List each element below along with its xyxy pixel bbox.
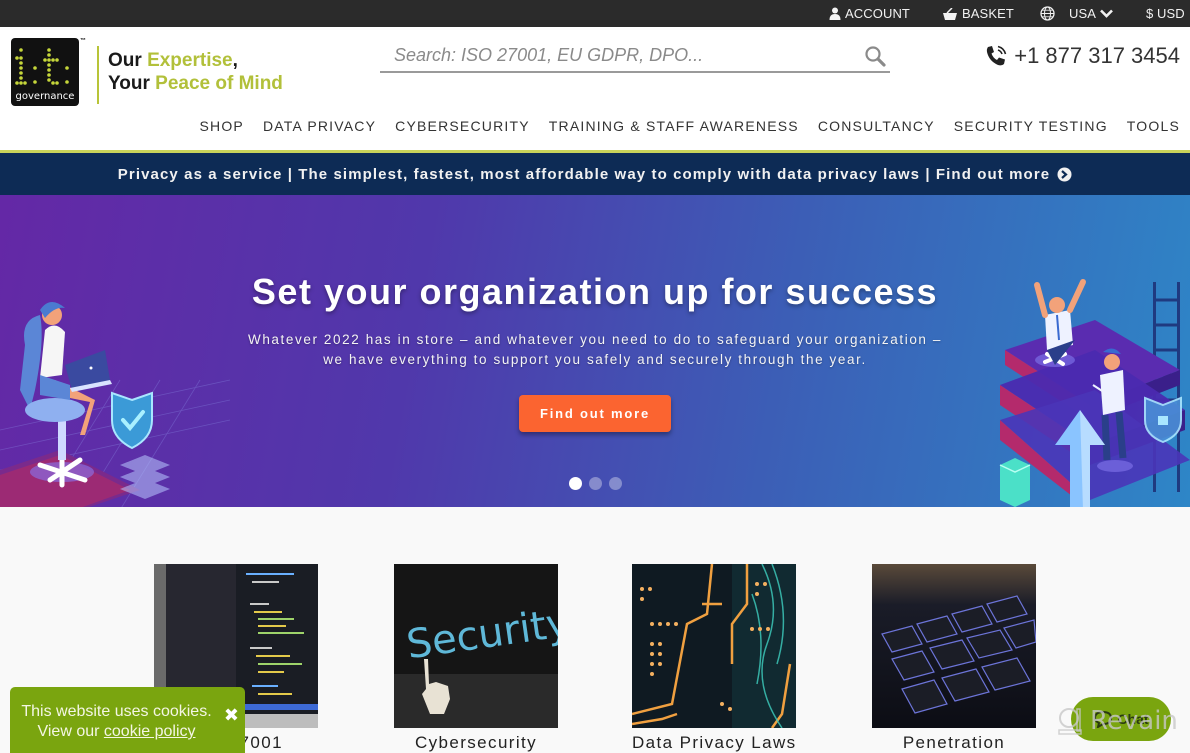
- carousel-dot-3[interactable]: [609, 477, 622, 490]
- currency-label: $ USD: [1146, 6, 1185, 21]
- tagline: Our Expertise, Your Peace of Mind: [108, 49, 283, 95]
- hero-title: Set your organization up for success: [251, 271, 939, 312]
- carousel-dot-1[interactable]: [569, 477, 582, 490]
- top-utility-bar: ACCOUNT BASKET USA $ USD: [0, 0, 1190, 27]
- nav-item-training[interactable]: TRAINING & STAFF AWARENESS: [549, 118, 799, 134]
- card-data-privacy-laws[interactable]: Data Privacy Laws: [632, 564, 796, 753]
- region-selector[interactable]: USA: [1040, 6, 1113, 21]
- cookie-message: This website uses cookies.: [21, 703, 212, 720]
- site-header: governance ™ Our Expertise, Your Peace o…: [0, 27, 1190, 151]
- basket-label: BASKET: [962, 6, 1014, 21]
- hero-cta-button[interactable]: Find out more: [519, 395, 671, 432]
- promo-banner[interactable]: Privacy as a service | The simplest, fas…: [0, 153, 1190, 195]
- card-label[interactable]: Cybersecurity: [394, 733, 558, 753]
- card-image-security[interactable]: Security: [394, 564, 558, 728]
- card-cybersecurity[interactable]: Security Cybersecurity: [394, 564, 558, 753]
- globe-icon: [1040, 6, 1055, 21]
- card-label[interactable]: Penetration: [872, 733, 1036, 753]
- currency-selector[interactable]: $ USD: [1146, 6, 1185, 21]
- promo-text: Privacy as a service | The simplest, fas…: [117, 165, 1051, 183]
- tagline-text: Our: [108, 50, 148, 71]
- nav-item-consultancy[interactable]: CONSULTANCY: [818, 118, 935, 134]
- card-image-circuit[interactable]: [632, 564, 796, 728]
- nav-item-shop[interactable]: SHOP: [199, 118, 243, 134]
- card-image-keyboard[interactable]: [872, 564, 1036, 728]
- nav-item-data-privacy[interactable]: DATA PRIVACY: [263, 118, 376, 134]
- search-input[interactable]: [380, 41, 850, 69]
- tagline-highlight: Expertise: [147, 50, 233, 71]
- chat-label: Chat: [1117, 711, 1149, 727]
- hero-carousel: Set your organization up for success Wha…: [0, 195, 1190, 507]
- carousel-dots: [569, 477, 622, 490]
- carousel-dot-2[interactable]: [589, 477, 602, 490]
- logo-divider: [97, 46, 99, 104]
- nav-item-security-testing[interactable]: SECURITY TESTING: [954, 118, 1108, 134]
- cookie-policy-link[interactable]: cookie policy: [104, 723, 196, 740]
- search-bar: [380, 41, 890, 73]
- search-icon[interactable]: [864, 45, 886, 72]
- tagline-text: Your: [108, 73, 156, 94]
- account-label: ACCOUNT: [845, 6, 910, 21]
- account-link[interactable]: ACCOUNT: [829, 6, 910, 21]
- chevron-down-icon: [1100, 9, 1113, 18]
- chat-bubble-icon: [1094, 710, 1113, 728]
- hero-subtitle-line: Whatever 2022 has in store – and whateve…: [247, 332, 942, 347]
- phone-icon: [987, 45, 1007, 66]
- nav-item-cybersecurity[interactable]: CYBERSECURITY: [395, 118, 530, 134]
- basket-icon: [943, 7, 957, 20]
- nav-item-tools[interactable]: TOOLS: [1127, 118, 1180, 134]
- hero-subtitle: Whatever 2022 has in store – and whateve…: [0, 330, 1190, 370]
- user-icon: [829, 7, 841, 20]
- itgovernance-logo[interactable]: governance: [11, 38, 79, 106]
- card-penetration[interactable]: Penetration: [872, 564, 1036, 753]
- chat-button[interactable]: Chat: [1071, 697, 1171, 741]
- cookie-notice: This website uses cookies. View our cook…: [10, 687, 245, 753]
- card-label[interactable]: Data Privacy Laws: [632, 733, 796, 753]
- basket-link[interactable]: BASKET: [942, 6, 1014, 21]
- trademark-symbol: ™: [80, 38, 86, 44]
- logo-dot-matrix-icon: [15, 48, 69, 85]
- phone-label: +1 877 317 3454: [1014, 43, 1180, 68]
- close-icon[interactable]: ✖: [224, 705, 239, 725]
- tagline-highlight: Peace of Mind: [155, 73, 283, 94]
- region-label: USA: [1069, 6, 1097, 21]
- main-navigation: SHOP DATA PRIVACY CYBERSECURITY TRAINING…: [180, 118, 1180, 134]
- arrow-circle-right-icon: [1057, 167, 1072, 181]
- cookie-message-prefix: View our: [37, 723, 104, 740]
- phone-number[interactable]: +1 877 317 3454: [984, 43, 1180, 69]
- tagline-text: ,: [232, 50, 238, 71]
- logo-text: governance: [15, 91, 75, 102]
- hero-subtitle-line: we have everything to support you safely…: [323, 352, 867, 367]
